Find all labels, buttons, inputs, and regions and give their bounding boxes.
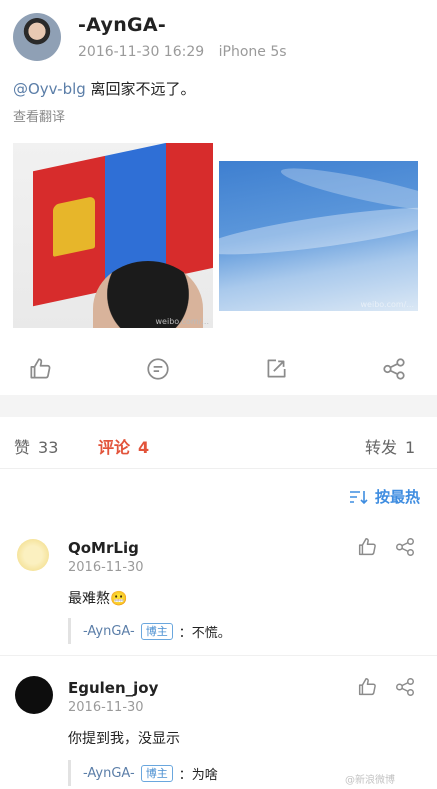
author-badge: 博主 bbox=[140, 764, 173, 782]
post-body: 离回家不远了。 bbox=[85, 80, 196, 98]
tab-reposts-label: 转发 bbox=[365, 438, 398, 457]
post-image-flag[interactable]: weibo.com/... bbox=[13, 143, 213, 328]
sort-hot-button[interactable]: 按最热 bbox=[349, 486, 420, 507]
sort-label: 按最热 bbox=[374, 488, 420, 506]
tab-comments-label: 评论 bbox=[98, 438, 131, 457]
soyombo-symbol bbox=[53, 196, 95, 257]
post-action-bar bbox=[0, 352, 437, 386]
reply-username[interactable]: -AynGA- bbox=[83, 624, 135, 639]
tab-comments[interactable]: 评论 4 bbox=[98, 434, 149, 458]
comment-avatar[interactable] bbox=[17, 539, 49, 571]
comment-date: 2016-11-30 bbox=[68, 560, 144, 575]
comment-divider bbox=[0, 655, 437, 656]
tab-reposts[interactable]: 转发 1 bbox=[365, 434, 415, 458]
tab-reposts-count: 1 bbox=[405, 438, 416, 457]
engagement-tabs: 赞 33 评论 4 转发 1 bbox=[0, 417, 437, 469]
section-separator bbox=[0, 395, 437, 417]
comment-text: 你提到我，没显示 bbox=[68, 731, 180, 747]
weibo-post: -AynGA- 2016-11-30 16:29 iPhone 5s @Oyv-… bbox=[0, 0, 437, 395]
translate-link[interactable]: 查看翻译 bbox=[13, 106, 65, 125]
tab-comments-count: 4 bbox=[138, 438, 150, 457]
comment-text: 最难熬😬 bbox=[68, 591, 128, 607]
comment-icon[interactable] bbox=[145, 356, 171, 382]
image-watermark: weibo.com/... bbox=[360, 300, 414, 309]
screenshot-watermark: @新浪微博 bbox=[345, 775, 395, 786]
post-datetime: 2016-11-30 16:29 bbox=[78, 44, 205, 60]
tab-likes[interactable]: 赞 33 bbox=[14, 434, 58, 458]
post-text: @Oyv-blg 离回家不远了。 bbox=[13, 78, 196, 99]
tab-likes-count: 33 bbox=[38, 438, 59, 457]
share-icon[interactable] bbox=[381, 356, 407, 382]
comment-username[interactable]: Egulen_joy bbox=[68, 679, 158, 697]
author-username[interactable]: -AynGA- bbox=[78, 14, 166, 36]
sort-icon bbox=[349, 490, 368, 504]
reply-username[interactable]: -AynGA- bbox=[83, 766, 135, 781]
comment-username[interactable]: QoMrLig bbox=[68, 539, 139, 557]
like-icon[interactable] bbox=[356, 676, 378, 698]
like-icon[interactable] bbox=[356, 536, 378, 558]
comment-date: 2016-11-30 bbox=[68, 700, 144, 715]
post-image-sky[interactable]: weibo.com/... bbox=[219, 161, 418, 311]
mention-link[interactable]: @Oyv-blg bbox=[13, 80, 86, 98]
comment-reply[interactable]: -AynGA- 博主 ：不慌。 bbox=[68, 618, 398, 644]
tab-likes-label: 赞 bbox=[14, 438, 31, 457]
share-icon[interactable] bbox=[394, 536, 416, 558]
repost-icon[interactable] bbox=[263, 356, 289, 382]
like-icon[interactable] bbox=[27, 356, 53, 382]
author-badge: 博主 bbox=[140, 622, 173, 640]
comment-avatar[interactable] bbox=[15, 676, 53, 714]
author-avatar[interactable] bbox=[13, 13, 61, 61]
share-icon[interactable] bbox=[394, 676, 416, 698]
reply-text: ：为啥 bbox=[178, 767, 218, 783]
post-device: iPhone 5s bbox=[218, 44, 287, 60]
reply-text: ：不慌。 bbox=[178, 625, 231, 641]
image-watermark: weibo.com/... bbox=[155, 317, 209, 326]
post-meta: 2016-11-30 16:29 iPhone 5s bbox=[78, 44, 297, 60]
